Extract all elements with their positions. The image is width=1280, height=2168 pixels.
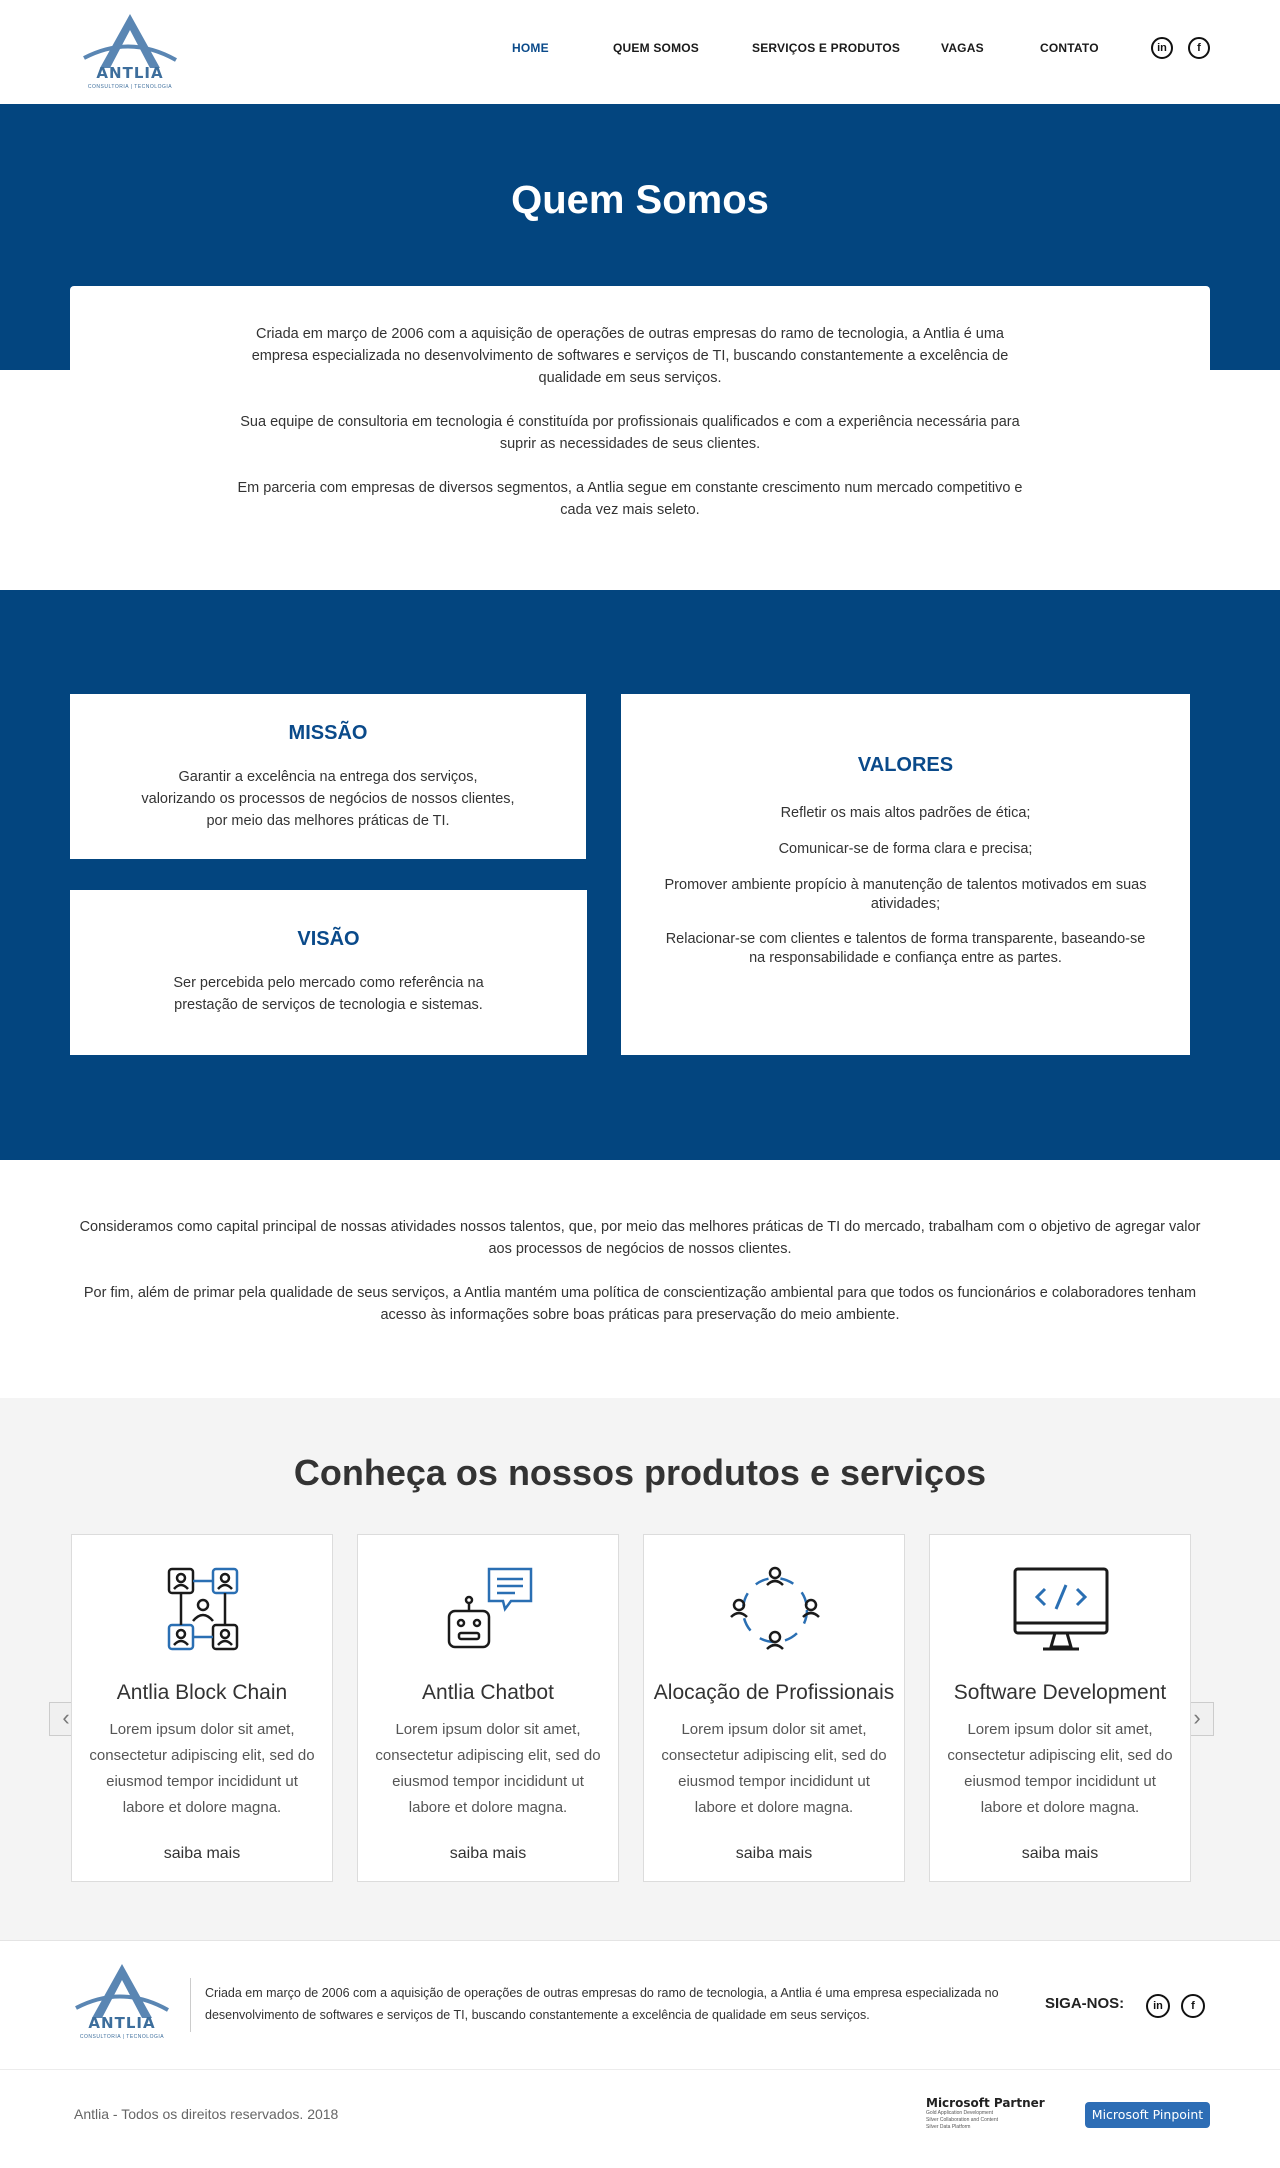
valores-item-3: Promover ambiente propício à manutenção …	[664, 877, 1147, 912]
product-name: Antlia Chatbot	[422, 1681, 554, 1704]
missao-card: MISSÃO Garantir a excelência na entrega …	[70, 694, 586, 859]
footer-logo-tagline: CONSULTORIA | TECNOLOGIA	[79, 2034, 165, 2040]
valores-card: VALORES Refletir os mais altos padrões d…	[621, 694, 1190, 1055]
saiba-mais-link[interactable]: saiba mais	[930, 1845, 1190, 1863]
facebook-icon[interactable]: f	[1188, 37, 1210, 59]
missao-title: MISSÃO	[288, 722, 368, 744]
copyright-text: Antlia - Todos os direitos reservados. 2…	[74, 2106, 339, 2122]
missao-text: Garantir a excelência na entrega dos ser…	[141, 769, 515, 829]
nav-vagas[interactable]: VAGAS	[941, 41, 984, 55]
valores-item-1: Refletir os mais altos padrões de ética;	[780, 805, 1031, 821]
product-description: Lorem ipsum dolor sit amet, consectetur …	[947, 1721, 1173, 1816]
valores-title: VALORES	[857, 754, 954, 776]
intro-paragraph-3: Em parceria com empresas de diversos seg…	[237, 480, 1023, 518]
site-header: ANTLIA CONSULTORIA | TECNOLOGIA HOME QUE…	[0, 0, 1280, 104]
footer-about-text: Criada em março de 2006 com a aquisição …	[205, 1986, 999, 2022]
logo-name: ANTLIA	[96, 64, 164, 82]
intro-paragraph-1: Criada em março de 2006 com a aquisição …	[251, 326, 1009, 386]
footer-logo-mark	[75, 1964, 169, 2018]
product-card-alocacao[interactable]: Alocação de Profissionais Lorem ipsum do…	[643, 1534, 905, 1882]
product-card-chatbot[interactable]: Antlia Chatbot Lorem ipsum dolor sit ame…	[357, 1534, 619, 1882]
visao-title: VISÃO	[297, 928, 360, 950]
valores-item-2: Comunicar-se de forma clara e precisa;	[778, 841, 1033, 857]
footer-facebook-icon[interactable]: f	[1181, 1994, 1205, 2018]
partner-title: Microsoft Partner	[926, 2096, 1045, 2110]
footer-logo-name: ANTLIA	[88, 2014, 156, 2032]
saiba-mais-link[interactable]: saiba mais	[358, 1845, 618, 1863]
closing-paragraph-2: Por fim, além de primar pela qualidade d…	[83, 1285, 1197, 1323]
partner-line-2: Silver Collaboration and Content	[926, 2117, 998, 2123]
closing-paragraph-1: Consideramos como capital principal de n…	[79, 1219, 1201, 1257]
footer-logo[interactable]: ANTLIA CONSULTORIA | TECNOLOGIA	[72, 1962, 172, 2044]
product-description: Lorem ipsum dolor sit amet, consectetur …	[89, 1721, 315, 1816]
people-network-icon	[730, 1566, 820, 1650]
antlia-logo[interactable]: ANTLIA CONSULTORIA | TECNOLOGIA	[80, 12, 180, 94]
nav-servicos-produtos[interactable]: SERVIÇOS E PRODUTOS	[752, 41, 900, 55]
product-name: Antlia Block Chain	[116, 1681, 288, 1704]
product-description: Lorem ipsum dolor sit amet, consectetur …	[661, 1721, 887, 1816]
products-title: Conheça os nossos produtos e serviços	[293, 1452, 987, 1493]
blockchain-icon	[167, 1567, 239, 1651]
nav-quem-somos[interactable]: QUEM SOMOS	[613, 41, 699, 55]
follow-label: SIGA-NOS:	[1045, 1995, 1125, 2012]
product-card-blockchain[interactable]: Antlia Block Chain Lorem ipsum dolor sit…	[71, 1534, 333, 1882]
nav-home[interactable]: HOME	[512, 41, 549, 55]
product-name: Alocação de Profissionais	[653, 1681, 895, 1704]
visao-card: VISÃO Ser percebida pelo mercado como re…	[70, 890, 587, 1055]
product-description: Lorem ipsum dolor sit amet, consectetur …	[375, 1721, 601, 1816]
saiba-mais-link[interactable]: saiba mais	[72, 1845, 332, 1863]
partner-line-1: Gold Application Development	[926, 2110, 993, 2116]
saiba-mais-link[interactable]: saiba mais	[644, 1845, 904, 1863]
footer-linkedin-icon[interactable]: in	[1146, 1994, 1170, 2018]
code-monitor-icon	[1013, 1567, 1109, 1651]
page-title: Quem Somos	[511, 178, 769, 222]
footer-divider	[190, 1978, 191, 2032]
microsoft-partner-badge[interactable]: Microsoft Partner Gold Application Devel…	[926, 2096, 1046, 2131]
microsoft-pinpoint-badge[interactable]: Microsoft Pinpoint	[1085, 2102, 1210, 2128]
visao-text: Ser percebida pelo mercado como referênc…	[173, 975, 484, 1013]
product-name: Software Development	[953, 1681, 1167, 1704]
linkedin-icon[interactable]: in	[1151, 37, 1173, 59]
intro-paragraph-2: Sua equipe de consultoria em tecnologia …	[240, 414, 1020, 452]
logo-mark	[83, 14, 177, 68]
nav-contato[interactable]: CONTATO	[1040, 41, 1099, 55]
partner-line-3: Silver Data Platform	[926, 2124, 971, 2130]
chatbot-icon	[447, 1567, 533, 1649]
valores-item-4: Relacionar-se com clientes e talentos de…	[665, 931, 1146, 966]
logo-tagline: CONSULTORIA | TECNOLOGIA	[87, 84, 173, 90]
product-card-software[interactable]: Software Development Lorem ipsum dolor s…	[929, 1534, 1191, 1882]
